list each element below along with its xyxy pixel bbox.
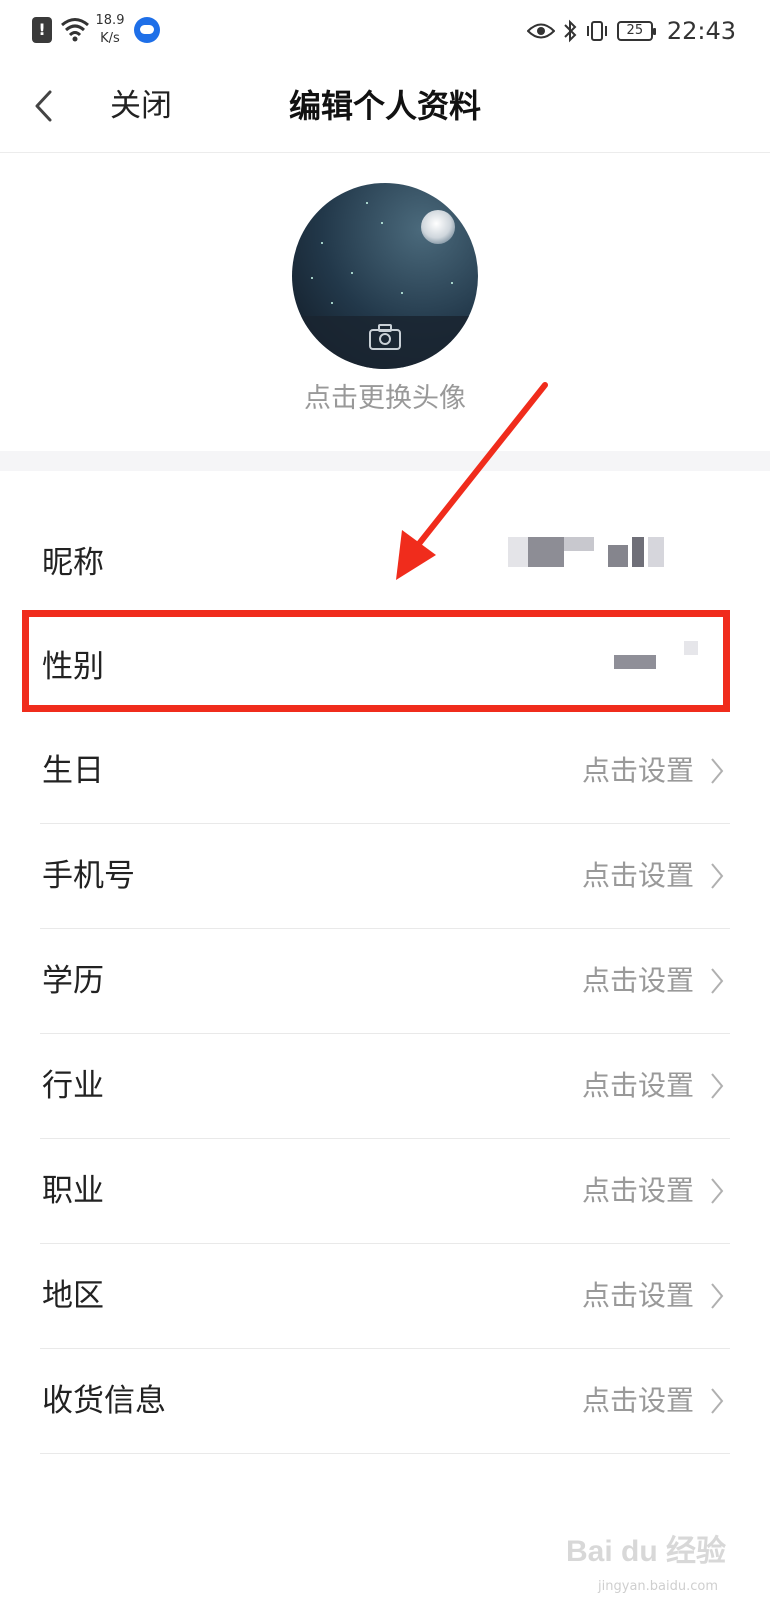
battery-icon: 25 (616, 21, 656, 41)
row-value: 点击设置 (581, 859, 694, 892)
speed-unit: K/s (100, 31, 120, 46)
row-label: 收货信息 (42, 1383, 166, 1419)
wifi-icon (61, 18, 89, 42)
page-title: 编辑个人资料 (288, 87, 481, 125)
row-occupation[interactable]: 职业 点击设置 (40, 1139, 730, 1244)
row-industry[interactable]: 行业 点击设置 (40, 1034, 730, 1139)
nickname-value-redacted (508, 537, 680, 567)
eye-icon (526, 23, 555, 39)
chevron-right-icon (711, 863, 724, 889)
watermark-site: jingyan.baidu.com (598, 1579, 718, 1594)
highlight-box (22, 610, 730, 712)
header-bar: 关闭 编辑个人资料 (0, 62, 770, 153)
row-label: 昵称 (42, 545, 104, 581)
row-value: 点击设置 (581, 1174, 694, 1207)
cloud-icon (134, 17, 160, 43)
network-speed: 18.9 K/s (94, 12, 126, 48)
vibrate-icon (586, 21, 607, 41)
clock: 22:43 (666, 17, 736, 45)
bluetooth-icon (564, 19, 577, 43)
row-region[interactable]: 地区 点击设置 (40, 1244, 730, 1349)
row-shipping[interactable]: 收货信息 点击设置 (40, 1349, 730, 1454)
chevron-right-icon (711, 1283, 724, 1309)
section-divider (0, 451, 770, 471)
avatar[interactable] (292, 183, 478, 369)
row-value: 点击设置 (581, 1384, 694, 1417)
chevron-right-icon (711, 968, 724, 994)
row-value: 点击设置 (581, 754, 694, 787)
row-nickname[interactable]: 昵称 (40, 511, 730, 615)
row-label: 手机号 (42, 858, 135, 894)
row-value: 点击设置 (581, 1069, 694, 1102)
status-right: 25 22:43 (526, 14, 736, 48)
row-phone[interactable]: 手机号 点击设置 (40, 824, 730, 929)
status-bar: ! 18.9 K/s 25 22:43 (0, 0, 770, 62)
row-education[interactable]: 学历 点击设置 (40, 929, 730, 1034)
row-value: 点击设置 (581, 1279, 694, 1312)
row-label: 行业 (42, 1068, 104, 1104)
row-label: 生日 (42, 753, 104, 789)
avatar-section: 点击更换头像 (0, 153, 770, 451)
chevron-right-icon (711, 1178, 724, 1204)
chevron-right-icon (711, 1388, 724, 1414)
row-label: 地区 (42, 1278, 104, 1314)
baidu-watermark-logo: Bai du 经验 (565, 1535, 726, 1568)
chevron-right-icon (711, 1073, 724, 1099)
row-value: 点击设置 (581, 964, 694, 997)
chevron-right-icon (711, 758, 724, 784)
row-label: 职业 (42, 1173, 104, 1209)
camera-icon (369, 324, 401, 350)
speed-value: 18.9 (95, 13, 125, 28)
row-label: 学历 (42, 963, 104, 999)
row-birthday[interactable]: 生日 点击设置 (40, 719, 730, 824)
alert-icon: ! (32, 17, 52, 43)
change-avatar-link[interactable]: 点击更换头像 (0, 379, 770, 419)
